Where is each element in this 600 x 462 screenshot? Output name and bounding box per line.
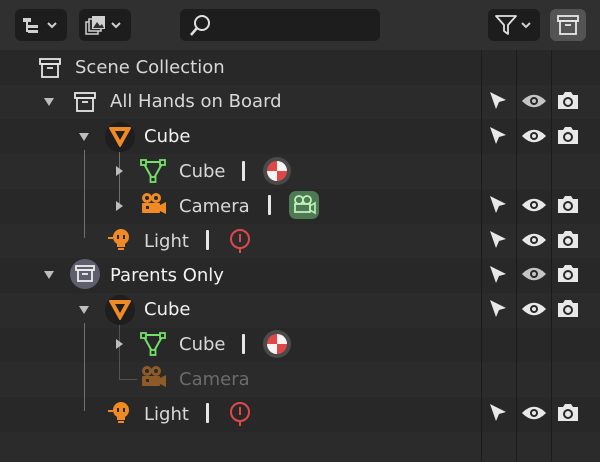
outliner-list-icon (23, 18, 57, 33)
separator (242, 334, 245, 354)
row-bg (0, 362, 600, 397)
separator (206, 403, 209, 423)
mesh-data-icon (140, 159, 166, 183)
search-input[interactable] (220, 13, 374, 39)
separator (242, 161, 245, 181)
camera-object-icon (142, 193, 166, 214)
row-bg (0, 327, 600, 363)
collection-box-icon (74, 92, 96, 112)
render-camera-icon[interactable] (556, 297, 580, 319)
render-camera-icon[interactable] (556, 401, 580, 423)
eye-icon[interactable] (522, 90, 546, 112)
row-label-camera[interactable]: Camera (179, 196, 250, 218)
selectable-cursor-icon[interactable] (487, 402, 509, 424)
row-bg (0, 397, 600, 432)
collection-box-icon (70, 259, 100, 289)
row-label-cube-mesh[interactable]: Cube (179, 161, 225, 183)
row-label-scene-collection[interactable]: Scene Collection (75, 57, 225, 79)
eye-icon[interactable] (522, 125, 546, 147)
render-camera-icon[interactable] (556, 228, 580, 250)
row-bg (0, 292, 600, 328)
eye-icon[interactable] (522, 229, 546, 251)
row-bg (0, 431, 600, 462)
search-icon (190, 15, 210, 36)
render-camera-icon[interactable] (556, 193, 580, 215)
row-label-parents-only[interactable]: Parents Only (110, 265, 224, 287)
render-camera-icon[interactable] (556, 262, 580, 284)
mesh-data-icon (140, 332, 166, 356)
expand-arrow[interactable] (116, 339, 123, 349)
image-gallery-icon (85, 16, 121, 35)
eye-icon[interactable] (522, 194, 546, 216)
expand-arrow[interactable] (116, 166, 123, 176)
eye-icon[interactable] (522, 298, 546, 320)
funnel-icon (495, 15, 531, 35)
selectable-cursor-icon[interactable] (487, 194, 509, 216)
eye-icon[interactable] (522, 402, 546, 424)
row-label-camera[interactable]: Camera (179, 369, 250, 391)
expand-arrow[interactable] (79, 133, 89, 141)
column-divider (481, 50, 482, 461)
selectable-cursor-icon[interactable] (487, 298, 509, 320)
light-data-icon[interactable] (228, 401, 252, 427)
row-bg (0, 154, 600, 189)
object-mesh-icon (105, 122, 135, 152)
object-mesh-icon (105, 295, 135, 325)
row-label-cube-object[interactable]: Cube (144, 126, 190, 148)
row-bg (0, 223, 600, 259)
outliner-header (0, 0, 600, 50)
render-camera-icon[interactable] (556, 89, 580, 111)
row-label-cube-mesh[interactable]: Cube (179, 334, 225, 356)
collection-box-icon (557, 15, 579, 35)
tree-line (84, 323, 85, 411)
light-object-icon (108, 229, 129, 250)
selectable-cursor-icon[interactable] (487, 264, 509, 286)
column-divider (551, 50, 552, 461)
expand-arrow[interactable] (44, 271, 54, 279)
column-divider (516, 50, 517, 461)
filter-dropdown-button[interactable] (488, 9, 540, 41)
material-sphere-icon[interactable] (262, 329, 292, 359)
expand-arrow[interactable] (116, 201, 123, 211)
camera-object-icon (142, 366, 166, 387)
separator (206, 230, 209, 250)
row-label-light[interactable]: Light (144, 231, 189, 253)
display-mode-button[interactable] (15, 9, 67, 41)
selectable-cursor-icon[interactable] (487, 229, 509, 251)
expand-arrow[interactable] (79, 306, 89, 314)
row-label-light[interactable]: Light (144, 404, 189, 426)
render-camera-icon[interactable] (556, 124, 580, 146)
tree-line (119, 379, 137, 380)
light-object-icon (108, 402, 129, 423)
selectable-cursor-icon[interactable] (487, 90, 509, 112)
camera-data-icon[interactable] (288, 190, 320, 220)
expand-arrow[interactable] (44, 98, 54, 106)
tree-line (84, 150, 85, 238)
light-data-icon[interactable] (228, 228, 252, 254)
row-label-cube-object[interactable]: Cube (144, 299, 190, 321)
tree-line (119, 323, 120, 379)
search-field[interactable] (180, 9, 380, 41)
collection-box-icon (39, 58, 61, 78)
new-collection-button[interactable] (550, 9, 586, 41)
separator (268, 195, 271, 215)
material-sphere-icon[interactable] (262, 156, 292, 186)
tree-line (119, 150, 120, 206)
view-filter-button[interactable] (79, 9, 131, 41)
row-label-all-hands-on-board[interactable]: All Hands on Board (110, 91, 282, 113)
row-bg (0, 119, 600, 155)
selectable-cursor-icon[interactable] (487, 125, 509, 147)
eye-icon[interactable] (522, 263, 546, 285)
